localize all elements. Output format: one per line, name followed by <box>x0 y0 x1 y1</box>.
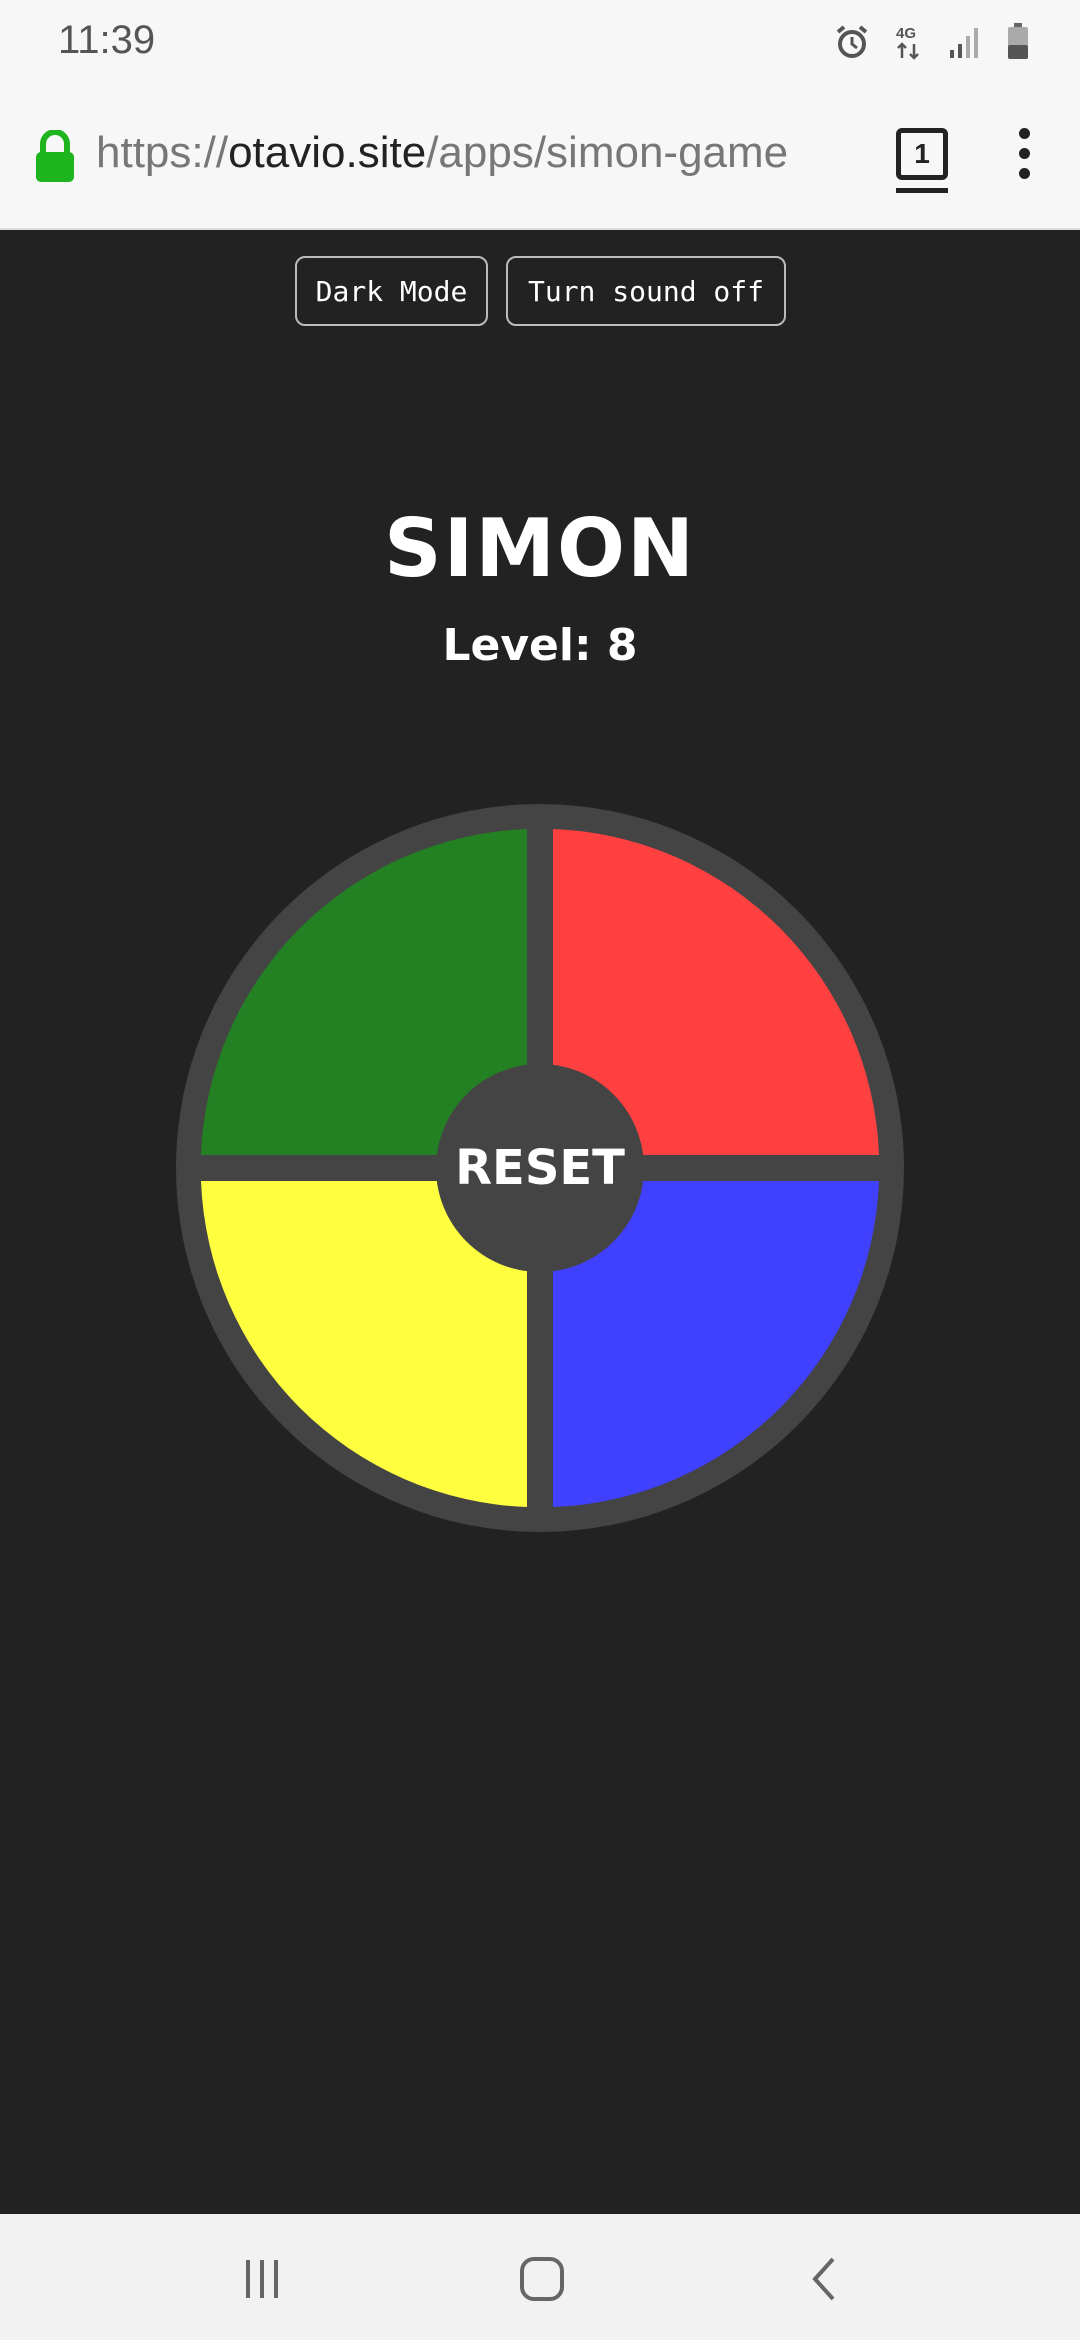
reset-button[interactable] <box>436 1064 644 1272</box>
more-options-icon[interactable] <box>1014 128 1034 184</box>
android-nav-bar <box>0 2214 1080 2340</box>
status-time: 11:39 <box>58 18 156 62</box>
game-page: Dark Mode Turn sound off SIMON Level: 8 … <box>0 230 1080 2214</box>
url-scheme: https:// <box>96 128 229 177</box>
sound-toggle-button[interactable]: Turn sound off <box>506 256 786 326</box>
signal-icon <box>950 28 978 58</box>
url-path: /apps/simon-game <box>426 128 789 177</box>
svg-text:4G: 4G <box>896 25 916 42</box>
url-text[interactable]: https://otavio.site/apps/simon-game <box>96 128 788 178</box>
4g-icon: 4G <box>896 25 919 60</box>
simon-board-svg <box>176 804 904 1532</box>
back-icon[interactable] <box>795 2254 855 2304</box>
status-icons: 4G <box>834 18 1030 66</box>
home-icon[interactable] <box>512 2254 572 2304</box>
recent-apps-icon[interactable] <box>232 2254 292 2304</box>
tab-switcher-underline <box>896 188 948 193</box>
url-host: otavio.site <box>228 128 427 177</box>
status-bar: 11:39 4G <box>0 0 1080 84</box>
game-title: SIMON <box>384 502 696 595</box>
alarm-icon <box>836 25 868 58</box>
browser-url-bar: https://otavio.site/apps/simon-game 1 <box>0 84 1080 230</box>
simon-board: RESET <box>176 804 904 1532</box>
tab-switcher-button[interactable]: 1 <box>896 128 948 180</box>
level-indicator: Level: 8 <box>442 620 638 671</box>
dark-mode-button[interactable]: Dark Mode <box>295 256 488 326</box>
lock-icon <box>36 130 74 182</box>
battery-icon <box>1008 23 1028 59</box>
